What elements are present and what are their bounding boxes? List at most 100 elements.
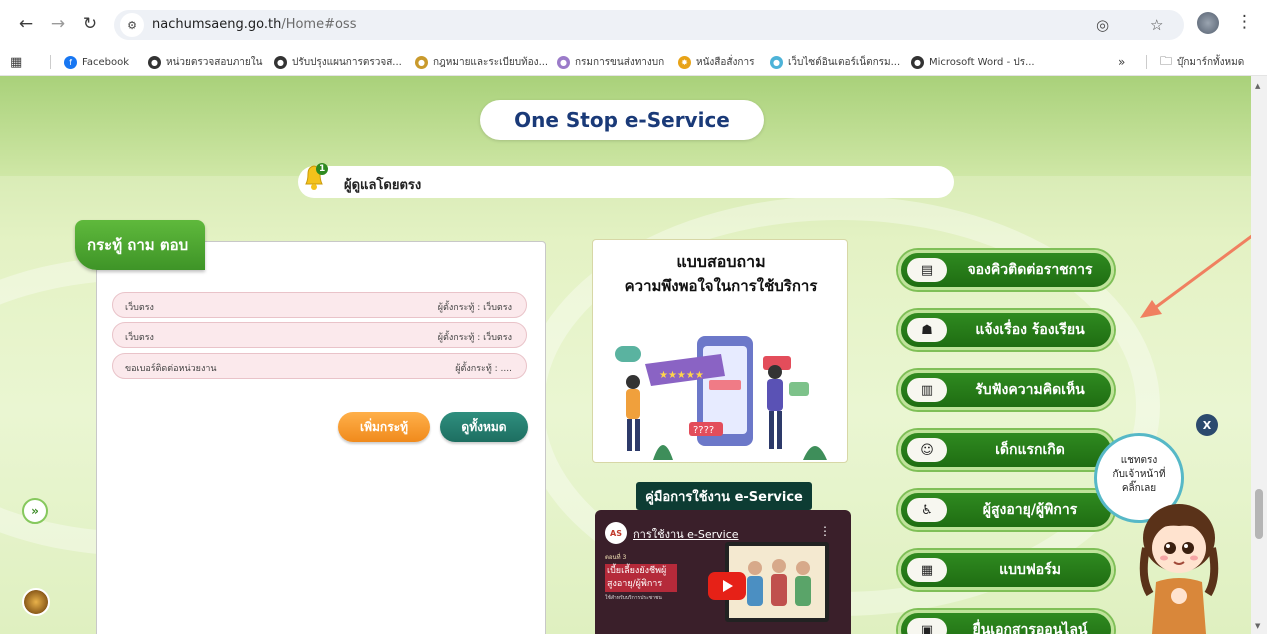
chat-mascot[interactable] (1136, 498, 1222, 634)
star-icon[interactable]: ☆ (1150, 16, 1163, 34)
menu-dots-icon[interactable]: ⋮ (1236, 12, 1253, 32)
add-topic-button[interactable]: เพิ่มกระทู้ (338, 412, 430, 442)
qa-question: เว็บตรง (125, 333, 154, 343)
upload-icon: ▣ (907, 618, 947, 634)
browser-toolbar: ← → ↻ ⚙ nachumsaeng.go.th/Home#oss ◎ ☆ ⋮ (0, 0, 1267, 48)
video-episode: ตอนที่ 3 (605, 554, 627, 561)
reload-icon[interactable]: ↻ (78, 12, 102, 36)
video-caption: ใช้สำหรับบริการประชาชน (605, 595, 662, 601)
complaint-icon: ☗ (907, 318, 947, 342)
bookmark-item[interactable]: ● กฎหมายและระเบียบท้อง... (415, 53, 548, 71)
qa-question: ขอเบอร์ติดต่อหน่วยงาน (125, 364, 217, 374)
video-menu-icon[interactable]: ⋮ (819, 524, 831, 538)
elderly-icon: ♿ (907, 498, 947, 522)
service-label: จองคิวติดต่อราชการ (967, 262, 1093, 278)
survey-illustration: ★★★★★ ???? (615, 336, 827, 460)
globe-icon: ● (148, 55, 161, 69)
scrollbar-thumb[interactable] (1255, 489, 1263, 539)
service-form-button[interactable]: ▦ แบบฟอร์ม (898, 550, 1114, 590)
qa-author: ผู้ตั้งกระทู้ : เว็บตรง (437, 303, 512, 313)
bookmark-item[interactable]: ● ปรับปรุงแผนการตรวจส... (274, 53, 402, 71)
service-upload-button[interactable]: ▣ ยื่นเอกสารออนไลน์ (898, 610, 1114, 634)
emblem-icon: ● (770, 55, 783, 69)
profile-icon[interactable] (1197, 12, 1219, 34)
back-icon[interactable]: ← (14, 12, 38, 36)
manual-video[interactable]: AS การใช้งาน e-Service ⋮ ตอนที่ 3 เบี้ยเ… (595, 510, 851, 634)
scroll-up-icon[interactable]: ▲ (1255, 82, 1260, 90)
newborn-icon: ☺ (907, 438, 947, 462)
chat-close-button[interactable]: X (1196, 414, 1218, 436)
url-host: nachumsaeng.go.th (152, 17, 282, 32)
apps-grid-icon[interactable]: ▦ (10, 53, 22, 71)
survey-title: แบบสอบถาม (676, 252, 766, 271)
service-complaint-button[interactable]: ☗ แจ้งเรื่อง ร้องเรียน (898, 310, 1114, 350)
bookmark-label: หนังสือสั่งการ (696, 56, 755, 68)
all-bookmarks-label: บุ๊กมาร์กทั้งหมด (1177, 56, 1245, 68)
survey-card[interactable]: แบบสอบถาม ความพึงพอใจในการใช้บริการ ★★★★… (592, 239, 848, 463)
form-icon: ▦ (907, 558, 947, 582)
bookmark-item[interactable]: ● หน่วยตรวจสอบภายใน (148, 53, 262, 71)
bookmark-item[interactable]: ● เว็บไซต์อินเตอร์เน็ตกรม... (770, 53, 900, 71)
qa-row[interactable]: เว็บตรง ผู้ตั้งกระทู้ : เว็บตรง (112, 322, 527, 348)
video-heading: เบี้ยเลี้ยงยังชีพผู้สูงอายุ/ผู้พิการ (605, 564, 677, 592)
qa-row[interactable]: เว็บตรง ผู้ตั้งกระทู้ : เว็บตรง (112, 292, 527, 318)
service-label: รับฟังความคิดเห็น (975, 382, 1085, 398)
bookmarks-bar: ▦ f Facebook ● หน่วยตรวจสอบภายใน ● ปรับปรุง… (0, 48, 1267, 76)
bookmark-label: กฎหมายและระเบียบท้อง... (433, 56, 549, 68)
announcement-text: ผู้ดูแลโดยตรง (344, 178, 422, 193)
bell-icon (305, 163, 328, 190)
sun-icon: ✸ (678, 55, 691, 69)
qa-question: เว็บตรง (125, 303, 154, 313)
url-text[interactable]: nachumsaeng.go.th/Home#oss (152, 17, 356, 32)
page-viewport: One Stop e-Service 1 ผู้ดูแลโดยตรง กระทู… (0, 76, 1251, 634)
side-expand-button[interactable]: » (22, 498, 48, 524)
globe-icon: ● (274, 55, 287, 69)
announcement-bar[interactable]: 1 ผู้ดูแลโดยตรง (298, 163, 954, 198)
chat-line: แชทตรง (1120, 455, 1158, 466)
site-info-icon[interactable]: ⚙ (120, 13, 144, 37)
globe-icon: ● (911, 55, 924, 69)
queue-icon: ▤ (907, 258, 947, 282)
svg-text:????: ???? (693, 425, 714, 436)
service-label: แจ้งเรื่อง ร้องเรียน (975, 322, 1085, 338)
view-all-button[interactable]: ดูทั้งหมด (440, 412, 528, 442)
more-bookmarks-button[interactable]: » (1118, 53, 1125, 71)
bookmark-divider (50, 55, 51, 69)
service-label: ผู้สูงอายุ/ผู้พิการ (982, 502, 1078, 518)
page-title: One Stop e-Service (480, 100, 764, 140)
address-bar[interactable]: ⚙ nachumsaeng.go.th/Home#oss ◎ ☆ (114, 10, 1184, 40)
scroll-down-icon[interactable]: ▼ (1255, 622, 1260, 630)
facebook-icon: f (64, 55, 77, 69)
channel-logo: AS (605, 522, 627, 544)
bookmark-item[interactable]: ● Microsoft Word - ปร... (911, 53, 1035, 71)
service-label: ยื่นเอกสารออนไลน์ (972, 622, 1088, 634)
bell-badge: 1 (319, 164, 326, 174)
page-scrollbar[interactable]: ▲ ▼ (1251, 76, 1267, 634)
bookmark-facebook[interactable]: f Facebook (64, 53, 129, 71)
survey-subtitle: ความพึงพอใจในการใช้บริการ (624, 277, 818, 295)
service-opinion-button[interactable]: ▥ รับฟังความคิดเห็น (898, 370, 1114, 410)
video-title[interactable]: การใช้งาน e-Service (633, 525, 739, 543)
bookmark-label: กรมการขนส่งทางบก (575, 56, 665, 68)
bookmark-label: Facebook (82, 56, 129, 68)
emblem-icon: ● (415, 55, 428, 69)
bookmark-item[interactable]: ✸ หนังสือสั่งการ (678, 53, 754, 71)
svg-text:★★★★★: ★★★★★ (659, 370, 704, 381)
qa-row[interactable]: ขอเบอร์ติดต่อหน่วยงาน ผู้ตั้งกระทู้ : ..… (112, 353, 527, 379)
bookmark-item[interactable]: ● กรมการขนส่งทางบก (557, 53, 664, 71)
service-label: เด็กแรกเกิด (995, 442, 1065, 458)
opinion-icon: ▥ (907, 378, 947, 402)
site-emblem-icon[interactable] (22, 588, 50, 616)
forward-icon[interactable]: → (46, 12, 70, 36)
emblem-icon: ● (557, 55, 570, 69)
all-bookmarks-button[interactable]: 🗀 บุ๊กมาร์กทั้งหมด (1160, 53, 1244, 71)
bookmark-label: หน่วยตรวจสอบภายใน (166, 56, 263, 68)
service-elderly-button[interactable]: ♿ ผู้สูงอายุ/ผู้พิการ (898, 490, 1114, 530)
service-label: แบบฟอร์ม (999, 562, 1061, 578)
service-newborn-button[interactable]: ☺ เด็กแรกเกิด (898, 430, 1114, 470)
bookmark-label: ปรับปรุงแผนการตรวจส... (292, 56, 402, 68)
service-queue-button[interactable]: ▤ จองคิวติดต่อราชการ (898, 250, 1114, 290)
bookmark-label: เว็บไซต์อินเตอร์เน็ตกรม... (788, 56, 901, 68)
play-button[interactable] (708, 572, 746, 600)
eye-off-icon[interactable]: ◎ (1096, 16, 1109, 34)
